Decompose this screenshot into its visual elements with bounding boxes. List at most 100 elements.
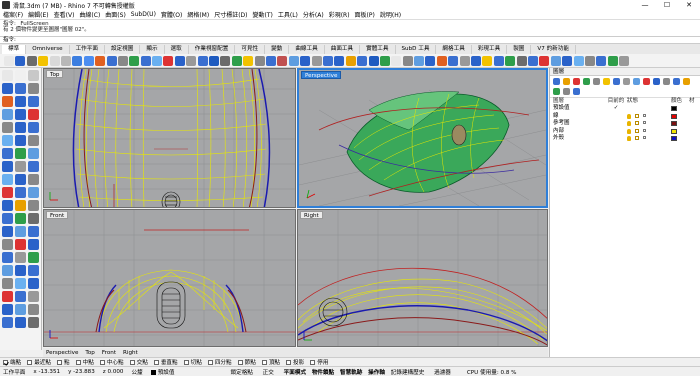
layer-tool-icon[interactable] — [683, 78, 690, 85]
osnap-checkbox[interactable] — [75, 359, 81, 365]
layer-tool-icon[interactable] — [673, 78, 680, 85]
lightbulb-icon[interactable] — [627, 128, 631, 134]
toolbar-tool-icon[interactable] — [550, 55, 561, 66]
layer-name[interactable]: 參考圖 — [553, 120, 605, 128]
left-tool-icon[interactable] — [2, 148, 13, 159]
menu-edit[interactable]: 編輯(E) — [28, 10, 48, 19]
command-prompt[interactable]: 指令: — [0, 36, 700, 44]
osnap-checkbox[interactable] — [183, 359, 189, 365]
print-color-icon[interactable] — [643, 136, 646, 140]
menu-analyze[interactable]: 分析(A) — [303, 10, 324, 19]
menu-subd[interactable]: SubD(U) — [131, 11, 156, 18]
left-tool-icon[interactable] — [28, 148, 39, 159]
toolbar-tool-icon[interactable] — [562, 55, 573, 66]
header-state[interactable]: 狀態 — [627, 98, 671, 105]
toolbar-tool-icon[interactable] — [277, 55, 288, 66]
left-tool-icon[interactable] — [28, 278, 39, 289]
left-tool-icon[interactable] — [28, 96, 39, 107]
layer-color-swatch[interactable] — [671, 128, 677, 134]
toggle-osnap[interactable]: 物件鎖點 — [312, 370, 334, 376]
osnap-checkbox[interactable] — [99, 359, 105, 365]
left-tool-icon[interactable] — [2, 96, 13, 107]
left-tool-icon[interactable] — [15, 83, 26, 94]
left-tool-icon[interactable] — [15, 265, 26, 276]
left-tool-icon[interactable] — [15, 317, 26, 328]
viewport-tab-front[interactable]: Front — [102, 350, 116, 356]
close-button[interactable]: ✕ — [678, 1, 700, 9]
layer-tool-icon[interactable] — [553, 78, 560, 85]
toolbar-tool-icon[interactable] — [288, 55, 299, 66]
toolbar-tab[interactable]: 選取 — [165, 45, 189, 54]
layer-tool-icon[interactable] — [623, 78, 630, 85]
left-tool-icon[interactable] — [2, 304, 13, 315]
toggle-history[interactable]: 記錄建構歷史 — [391, 370, 425, 376]
menu-panels[interactable]: 面板(P) — [355, 10, 375, 19]
toolbar-tool-icon[interactable] — [482, 55, 493, 66]
left-tool-icon[interactable] — [28, 213, 39, 224]
left-tool-icon[interactable] — [15, 161, 26, 172]
layer-color-swatch[interactable] — [671, 136, 677, 142]
osnap-option[interactable]: 頂點 — [261, 358, 280, 366]
left-tool-icon[interactable] — [2, 226, 13, 237]
left-tool-icon[interactable] — [15, 226, 26, 237]
osnap-option[interactable]: 點 — [57, 358, 70, 366]
toolbar-tool-icon[interactable] — [322, 55, 333, 66]
menu-tools[interactable]: 工具(L) — [278, 10, 298, 19]
layer-row[interactable]: 內部 — [550, 128, 700, 136]
viewport-label-front[interactable]: Front — [46, 211, 69, 219]
toolbar-tab[interactable]: 標準 — [2, 45, 27, 54]
menu-transform[interactable]: 變動(T) — [253, 10, 273, 19]
lock-icon[interactable] — [635, 113, 639, 118]
toolbar-tab[interactable]: SubD 工具 — [396, 45, 437, 54]
layer-row[interactable]: 預設值 ✓ — [550, 105, 700, 113]
layer-name[interactable]: 外殼 — [553, 135, 605, 143]
left-tool-icon[interactable] — [15, 174, 26, 185]
left-tool-icon[interactable] — [2, 317, 13, 328]
toolbar-tool-icon[interactable] — [436, 55, 447, 66]
viewport-label-top[interactable]: Top — [46, 70, 64, 78]
toolbar-tab[interactable]: 網格工具 — [436, 45, 472, 54]
viewport-top[interactable]: Top — [43, 68, 296, 208]
toolbar-tab[interactable]: 工作平面 — [70, 45, 105, 54]
osnap-option[interactable]: 端點 — [3, 358, 21, 366]
toolbar-tool-icon[interactable] — [49, 55, 60, 66]
toolbar-tool-icon[interactable] — [174, 55, 185, 66]
osnap-option[interactable]: 垂直點 — [153, 358, 178, 366]
minimize-button[interactable]: — — [634, 1, 656, 9]
toolbar-tab[interactable]: 設定視圖 — [105, 45, 141, 54]
layer-tool-icon[interactable] — [613, 78, 620, 85]
osnap-checkbox[interactable] — [261, 359, 267, 365]
layer-tool-icon[interactable] — [663, 78, 670, 85]
layer-tool-icon[interactable] — [553, 88, 560, 95]
layer-row[interactable]: 線 — [550, 113, 700, 121]
left-tool-icon[interactable] — [2, 239, 13, 250]
layer-tool-icon[interactable] — [633, 78, 640, 85]
left-tool-icon[interactable] — [2, 291, 13, 302]
left-tool-icon[interactable] — [2, 252, 13, 263]
toolbar-tool-icon[interactable] — [527, 55, 538, 66]
osnap-option[interactable]: 投影 — [286, 358, 304, 366]
left-tool-icon[interactable] — [2, 70, 13, 81]
toggle-grid-snap[interactable]: 鎖定格點 — [231, 370, 253, 376]
left-tool-icon[interactable] — [2, 122, 13, 133]
toolbar-tool-icon[interactable] — [505, 55, 516, 66]
toolbar-tab[interactable]: 製圖 — [507, 45, 532, 54]
layer-tool-icon[interactable] — [643, 78, 650, 85]
menu-help[interactable]: 說明(H) — [380, 10, 401, 19]
left-tool-icon[interactable] — [15, 304, 26, 315]
toolbar-tool-icon[interactable] — [619, 55, 630, 66]
toggle-smarttrack[interactable]: 智慧軌跡 — [340, 370, 362, 376]
toolbar-tool-icon[interactable] — [334, 55, 345, 66]
toolbar-tool-icon[interactable] — [220, 55, 231, 66]
left-tool-icon[interactable] — [2, 83, 13, 94]
osnap-option[interactable]: 最近點 — [27, 358, 51, 366]
viewport-perspective[interactable]: Perspective — [297, 68, 548, 208]
toolbar-tool-icon[interactable] — [596, 55, 607, 66]
left-tool-icon[interactable] — [28, 187, 39, 198]
toolbar-tool-icon[interactable] — [584, 55, 595, 66]
viewport-tab-top[interactable]: Top — [85, 350, 94, 356]
viewport-label-perspective[interactable]: Perspective — [301, 71, 342, 79]
layer-name[interactable]: 內部 — [553, 128, 605, 136]
layer-name[interactable]: 線 — [553, 113, 605, 121]
left-tool-icon[interactable] — [15, 239, 26, 250]
